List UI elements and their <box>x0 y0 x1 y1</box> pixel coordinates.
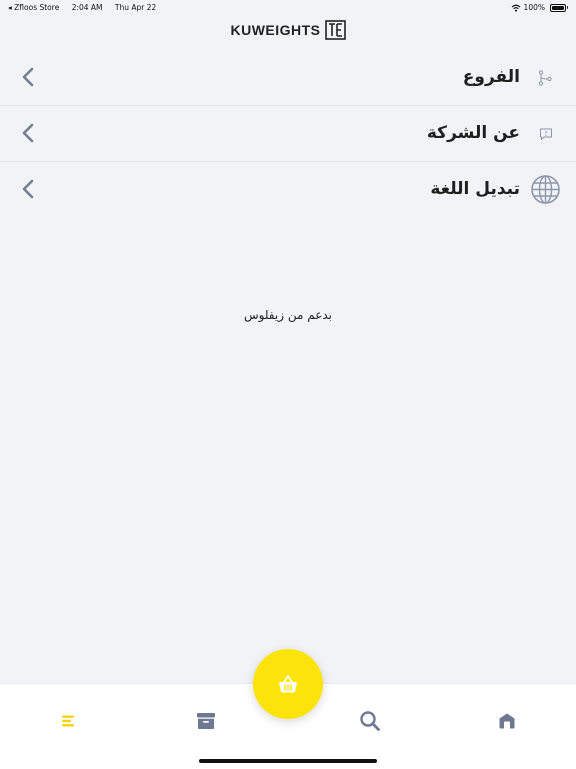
tab-search[interactable] <box>357 708 383 734</box>
branch-icon <box>536 69 554 87</box>
menu-item-label: الفروع <box>462 67 520 87</box>
globe-icon <box>530 174 561 205</box>
chevron-left-icon <box>22 179 34 199</box>
wifi-icon <box>511 4 520 12</box>
tab-orders[interactable] <box>193 708 219 734</box>
menu-item-label: تبديل اللغة <box>430 179 520 199</box>
brand-name: KUWEIGHTS <box>230 22 321 38</box>
search-icon <box>360 711 380 731</box>
battery-icon <box>550 3 568 12</box>
home-indicator[interactable] <box>199 759 377 763</box>
menu-item-change-language[interactable]: تبديل اللغة <box>0 162 576 217</box>
menu-item-branches[interactable]: الفروع <box>0 50 576 106</box>
brand-header: KUWEIGHTS <box>0 19 576 41</box>
brand-logo-icon <box>324 20 346 40</box>
status-bar: ◂ Zfloos Store 2:04 AM Thu Apr 22 100% <box>0 0 576 14</box>
settings-menu: الفروع عن الشركة تبديل اللغة <box>0 50 576 217</box>
status-time: 2:04 AM <box>71 3 103 12</box>
back-to-app-link[interactable]: ◂ Zfloos Store <box>8 3 59 12</box>
menu-icon <box>62 715 74 727</box>
menu-item-label: عن الشركة <box>426 123 520 143</box>
info-message-icon <box>538 126 554 142</box>
tab-menu[interactable] <box>56 708 82 734</box>
battery-percent: 100% <box>523 3 545 12</box>
menu-item-about-company[interactable]: عن الشركة <box>0 106 576 162</box>
tab-store[interactable] <box>494 708 520 734</box>
status-right: 100% <box>511 3 568 12</box>
status-date: Thu Apr 22 <box>114 3 157 12</box>
chevron-left-icon <box>22 67 34 87</box>
status-left: ◂ Zfloos Store 2:04 AM Thu Apr 22 <box>8 3 166 12</box>
archive-icon <box>197 713 215 729</box>
basket-icon <box>279 675 297 693</box>
cart-button[interactable] <box>253 649 323 719</box>
chevron-left-icon <box>22 123 34 143</box>
store-icon <box>499 713 515 729</box>
powered-by-text: بدعم من زيفلوس <box>243 308 332 322</box>
